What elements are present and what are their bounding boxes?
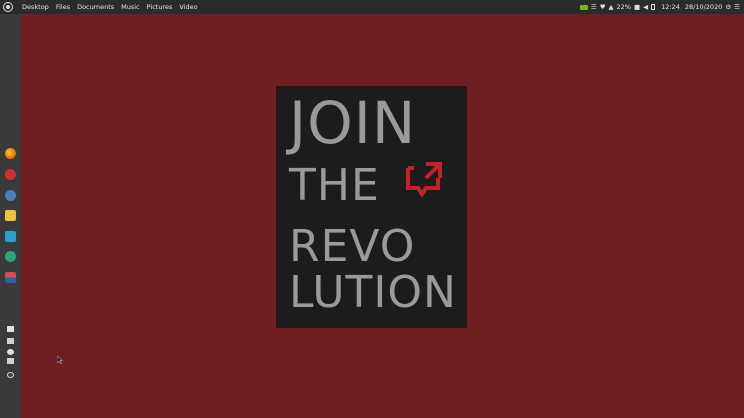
poster-line-the: THE (289, 160, 380, 211)
java-icon[interactable] (5, 272, 16, 283)
places-documents[interactable]: Documents (77, 0, 114, 14)
settings-app-icon[interactable] (5, 190, 16, 201)
places-music[interactable]: Music (121, 0, 140, 14)
clock-date[interactable]: 28/10/2020 (685, 0, 722, 14)
poster-line-join: JOIN (289, 89, 417, 157)
mouse-cursor-icon (57, 356, 63, 364)
places-pictures[interactable]: Pictures (147, 0, 173, 14)
mail-icon[interactable] (5, 210, 16, 221)
multitask-icon[interactable] (5, 231, 16, 242)
volume-icon[interactable]: ◀ (643, 0, 648, 14)
app-menu-icon[interactable] (3, 2, 13, 12)
poster-line-revo: REVO (289, 221, 416, 272)
folder-icon[interactable] (7, 326, 14, 332)
places-video[interactable]: Video (179, 0, 197, 14)
chat-bubble-icon (406, 162, 442, 198)
gear-icon[interactable]: ⚙ (725, 0, 731, 14)
gear-icon[interactable] (7, 372, 14, 378)
nvidia-icon[interactable] (579, 4, 588, 10)
sidebar-menu-icon[interactable]: ☰ (734, 0, 740, 14)
revolution-poster: JOIN THE REVO LUTION (276, 86, 467, 328)
places-desktop[interactable]: Desktop (22, 0, 49, 14)
lock-icon[interactable]: ■ (634, 0, 640, 14)
left-dock (0, 14, 21, 418)
trash-icon[interactable] (7, 358, 14, 364)
clock-time[interactable]: 12:24 (661, 0, 680, 14)
red-app-icon[interactable] (5, 169, 16, 180)
terminal-icon[interactable] (7, 338, 14, 344)
firefox-icon[interactable] (5, 148, 16, 159)
battery-percent: 22% (616, 3, 631, 11)
bell-icon[interactable]: ▲ (609, 0, 614, 14)
heart-icon[interactable]: ♥ (600, 0, 606, 14)
places-menu: Desktop Files Documents Music Pictures V… (22, 0, 198, 14)
battery-icon[interactable] (651, 4, 656, 10)
top-panel: Desktop Files Documents Music Pictures V… (0, 0, 744, 14)
poster-line-lution: LUTION (289, 267, 457, 318)
media-player-icon[interactable] (5, 251, 16, 262)
list-icon[interactable]: ☰ (591, 0, 597, 14)
places-files[interactable]: Files (56, 0, 70, 14)
system-tray: ☰ ♥ ▲ 22% ■ ◀ 12:24 28/10/2020 ⚙ ☰ (579, 0, 740, 14)
user-icon[interactable] (7, 349, 14, 355)
